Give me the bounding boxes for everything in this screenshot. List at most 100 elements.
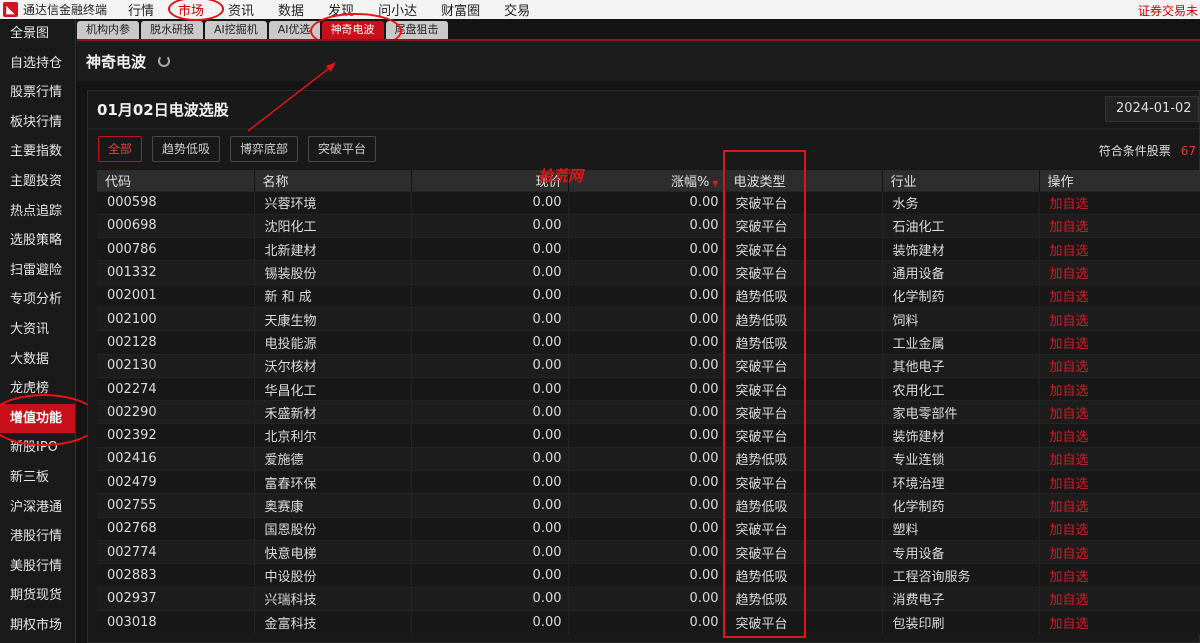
table-row[interactable]: 000598 兴蓉环境 0.00 0.00 突破平台 水务 加自选 xyxy=(97,190,1200,215)
add-watchlist-link[interactable]: 加自选 xyxy=(1039,306,1200,331)
count-label: 符合条件股票 xyxy=(1098,144,1171,158)
menu-item-0[interactable]: 行情 xyxy=(128,0,154,19)
tab-1[interactable]: 脱水研报 xyxy=(141,21,203,39)
table-cell: 工程咨询服务 xyxy=(882,563,1040,588)
table-row[interactable]: 002392 北京利尔 0.00 0.00 突破平台 装饰建材 加自选 xyxy=(97,423,1200,448)
trade-status[interactable]: 证券交易未 xyxy=(1138,2,1198,19)
sidebar-item-11[interactable]: 大数据 xyxy=(0,345,75,375)
sidebar-item-9[interactable]: 专项分析 xyxy=(0,285,75,315)
refresh-icon[interactable] xyxy=(158,55,171,67)
add-watchlist-link[interactable]: 加自选 xyxy=(1039,516,1200,541)
sidebar-item-18[interactable]: 美股行情 xyxy=(0,552,75,582)
add-watchlist-link[interactable]: 加自选 xyxy=(1039,213,1200,238)
add-watchlist-link[interactable]: 加自选 xyxy=(1039,353,1200,378)
sidebar-item-17[interactable]: 港股行情 xyxy=(0,522,75,552)
menu-item-2[interactable]: 资讯 xyxy=(228,0,254,19)
sidebar-item-0[interactable]: 全景图 xyxy=(0,19,75,49)
column-header-5[interactable]: 行业 xyxy=(882,170,1040,191)
sidebar-item-1[interactable]: 自选持仓 xyxy=(0,49,75,79)
table-row[interactable]: 002001 新 和 成 0.00 0.00 趋势低吸 化学制药 加自选 xyxy=(97,283,1200,308)
table-cell: 突破平台 xyxy=(725,213,883,238)
add-watchlist-link[interactable]: 加自选 xyxy=(1039,493,1200,518)
table-row[interactable]: 002774 快意电梯 0.00 0.00 突破平台 专用设备 加自选 xyxy=(97,539,1200,564)
menu-item-1[interactable]: 市场 xyxy=(168,0,225,21)
section-header: 神奇电波 xyxy=(77,41,1200,81)
column-header-1[interactable]: 名称 xyxy=(254,170,412,191)
table-row[interactable]: 002100 天康生物 0.00 0.00 趋势低吸 饲料 加自选 xyxy=(97,306,1200,331)
filter-button-1[interactable]: 趋势低吸 xyxy=(152,136,221,162)
add-watchlist-link[interactable]: 加自选 xyxy=(1039,446,1200,471)
add-watchlist-link[interactable]: 加自选 xyxy=(1039,539,1200,564)
table-row[interactable]: 002416 爱施德 0.00 0.00 趋势低吸 专业连锁 加自选 xyxy=(97,446,1200,471)
sidebar-item-15[interactable]: 新三板 xyxy=(0,463,75,493)
add-watchlist-link[interactable]: 加自选 xyxy=(1039,330,1200,355)
add-watchlist-link[interactable]: 加自选 xyxy=(1039,470,1200,494)
title-bar: ◣ 通达信金融终端 行情 市场 资讯 数据 发现 问小达 财富圈 交易 证券交易未 xyxy=(0,0,1200,21)
add-watchlist-link[interactable]: 加自选 xyxy=(1039,190,1200,215)
filter-button-2[interactable]: 博弈底部 xyxy=(230,136,299,162)
table-row[interactable]: 002274 华昌化工 0.00 0.00 突破平台 农用化工 加自选 xyxy=(97,376,1200,401)
table-cell: 002479 xyxy=(97,470,255,494)
table-cell: 突破平台 xyxy=(725,516,883,541)
sidebar-item-8[interactable]: 扫雷避险 xyxy=(0,256,75,286)
add-watchlist-link[interactable]: 加自选 xyxy=(1039,400,1200,424)
column-header-0[interactable]: 代码 xyxy=(97,170,255,191)
table-cell: 0.00 xyxy=(568,446,726,471)
table-cell: 消费电子 xyxy=(882,586,1040,611)
table-cell: 0.00 xyxy=(411,493,569,518)
menu-item-7[interactable]: 交易 xyxy=(504,0,530,19)
sort-desc-icon[interactable]: ▼ xyxy=(712,179,718,188)
table-row[interactable]: 002768 国恩股份 0.00 0.00 突破平台 塑料 加自选 xyxy=(97,516,1200,541)
sidebar-item-19[interactable]: 期货现货 xyxy=(0,581,75,611)
table-row[interactable]: 002130 沃尔核材 0.00 0.00 突破平台 其他电子 加自选 xyxy=(97,353,1200,378)
table-row[interactable]: 002479 富春环保 0.00 0.00 突破平台 环境治理 加自选 xyxy=(97,470,1200,494)
sidebar-item-4[interactable]: 主要指数 xyxy=(0,137,75,167)
menu-item-6[interactable]: 财富圈 xyxy=(441,0,480,19)
add-watchlist-link[interactable]: 加自选 xyxy=(1039,586,1200,611)
filter-button-3[interactable]: 突破平台 xyxy=(308,136,377,162)
table-cell: 突破平台 xyxy=(725,609,883,634)
table-row[interactable]: 002128 电投能源 0.00 0.00 趋势低吸 工业金属 加自选 xyxy=(97,330,1200,355)
table-cell: 饲料 xyxy=(882,306,1040,331)
tab-4[interactable]: 神奇电波 xyxy=(309,13,402,49)
add-watchlist-link[interactable]: 加自选 xyxy=(1039,283,1200,308)
table-row[interactable]: 001332 锡装股份 0.00 0.00 突破平台 通用设备 加自选 xyxy=(97,260,1200,285)
add-watchlist-link[interactable]: 加自选 xyxy=(1039,376,1200,401)
date-picker[interactable]: 2024-01-02 xyxy=(1105,96,1199,122)
table-row[interactable]: 000698 沈阳化工 0.00 0.00 突破平台 石油化工 加自选 xyxy=(97,213,1200,238)
sidebar-item-20[interactable]: 期权市场 xyxy=(0,611,75,641)
add-watchlist-link[interactable]: 加自选 xyxy=(1039,260,1200,285)
sidebar-item-7[interactable]: 选股策略 xyxy=(0,226,75,256)
table-row[interactable]: 003018 金富科技 0.00 0.00 突破平台 包装印刷 加自选 xyxy=(97,609,1200,634)
menu-item-3[interactable]: 数据 xyxy=(278,0,304,19)
column-header-6[interactable]: 操作 xyxy=(1039,170,1200,191)
sidebar-item-16[interactable]: 沪深港通 xyxy=(0,493,75,523)
sidebar-item-3[interactable]: 板块行情 xyxy=(0,108,75,138)
sidebar-item-13[interactable]: 增值功能 xyxy=(0,393,100,446)
column-header-4[interactable]: 电波类型 xyxy=(725,170,883,191)
sidebar-item-6[interactable]: 热点追踪 xyxy=(0,197,75,227)
table-cell: 0.00 xyxy=(568,353,726,378)
table-cell: 工业金属 xyxy=(882,330,1040,355)
sidebar-item-5[interactable]: 主题投资 xyxy=(0,167,75,197)
add-watchlist-link[interactable]: 加自选 xyxy=(1039,609,1200,634)
table-row[interactable]: 000786 北新建材 0.00 0.00 突破平台 装饰建材 加自选 xyxy=(97,237,1200,261)
table-cell: 环境治理 xyxy=(882,470,1040,494)
sub-tabs: 机构内参 脱水研报 AI挖掘机 AI优选 神奇电波 尾盘狙击 xyxy=(77,13,450,49)
add-watchlist-link[interactable]: 加自选 xyxy=(1039,237,1200,261)
table-row[interactable]: 002755 奥赛康 0.00 0.00 趋势低吸 化学制药 加自选 xyxy=(97,493,1200,518)
table-row[interactable]: 002290 禾盛新材 0.00 0.00 突破平台 家电零部件 加自选 xyxy=(97,400,1200,424)
column-header-label: 名称 xyxy=(262,174,289,190)
sidebar-item-10[interactable]: 大资讯 xyxy=(0,315,75,345)
add-watchlist-link[interactable]: 加自选 xyxy=(1039,563,1200,588)
tab-2[interactable]: AI挖掘机 xyxy=(205,21,267,39)
table-cell: 002883 xyxy=(97,563,255,588)
column-header-3[interactable]: 涨幅% ▼ xyxy=(568,170,726,191)
sidebar-item-2[interactable]: 股票行情 xyxy=(0,78,75,108)
tab-0[interactable]: 机构内参 xyxy=(77,21,139,39)
filter-button-0[interactable]: 全部 xyxy=(98,136,143,162)
table-cell: 0.00 xyxy=(411,423,569,448)
table-row[interactable]: 002883 中设股份 0.00 0.00 趋势低吸 工程咨询服务 加自选 xyxy=(97,563,1200,588)
table-row[interactable]: 002937 兴瑞科技 0.00 0.00 趋势低吸 消费电子 加自选 xyxy=(97,586,1200,611)
add-watchlist-link[interactable]: 加自选 xyxy=(1039,423,1200,448)
